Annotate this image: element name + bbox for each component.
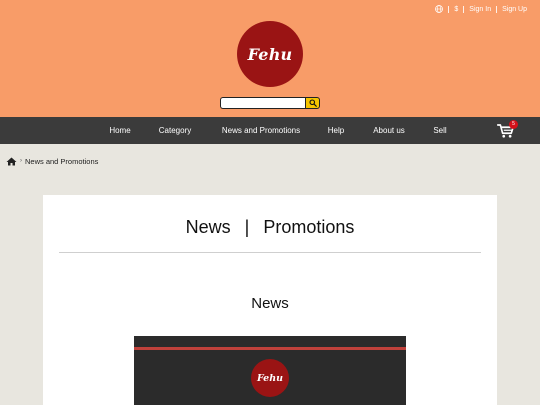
divider xyxy=(496,5,498,13)
sign-in-link[interactable]: Sign In xyxy=(464,3,496,15)
section-title: News xyxy=(251,295,289,312)
home-icon[interactable] xyxy=(6,157,17,166)
banner-logo-text: Fehu xyxy=(256,372,284,384)
site-logo[interactable]: Fehu xyxy=(237,21,303,87)
main-navigation: Home Category News and Promotions Help A… xyxy=(0,117,540,144)
cart-count-badge: 5 xyxy=(509,120,518,129)
news-banner[interactable]: Fehu xyxy=(134,336,406,405)
tab-promotions[interactable]: Promotions xyxy=(263,217,354,238)
nav-item-about-us[interactable]: About us xyxy=(373,117,405,144)
top-utility-bar: $ Sign In Sign Up xyxy=(430,3,532,15)
tab-news[interactable]: News xyxy=(186,217,231,238)
content-panel: News | Promotions News Fehu xyxy=(43,195,497,405)
globe-icon xyxy=(435,5,444,13)
nav-item-home[interactable]: Home xyxy=(109,117,130,144)
search-icon xyxy=(308,99,317,107)
nav-item-category[interactable]: Category xyxy=(159,117,191,144)
search-button[interactable] xyxy=(305,97,320,109)
language-selector[interactable] xyxy=(430,3,448,15)
site-header: $ Sign In Sign Up Fehu xyxy=(0,0,540,117)
nav-item-news-and-promotions[interactable]: News and Promotions xyxy=(222,117,300,144)
nav-item-help[interactable]: Help xyxy=(328,117,344,144)
divider xyxy=(448,5,450,13)
logo-text: Fehu xyxy=(247,44,293,64)
nav-item-sell[interactable]: Sell xyxy=(433,117,446,144)
search-input[interactable] xyxy=(220,97,305,109)
search-bar xyxy=(220,97,320,109)
banner-logo: Fehu xyxy=(251,359,289,397)
tab-divider: | xyxy=(244,217,250,237)
content-tabs: News | Promotions xyxy=(43,217,497,238)
sign-up-link[interactable]: Sign Up xyxy=(497,3,532,15)
banner-stripe xyxy=(134,347,406,350)
breadcrumb: › News and Promotions xyxy=(6,155,98,167)
currency-selector[interactable]: $ xyxy=(449,3,463,15)
breadcrumb-current: News and Promotions xyxy=(25,156,99,166)
divider-line xyxy=(59,252,481,253)
chevron-right-icon: › xyxy=(20,158,22,164)
divider xyxy=(463,5,465,13)
